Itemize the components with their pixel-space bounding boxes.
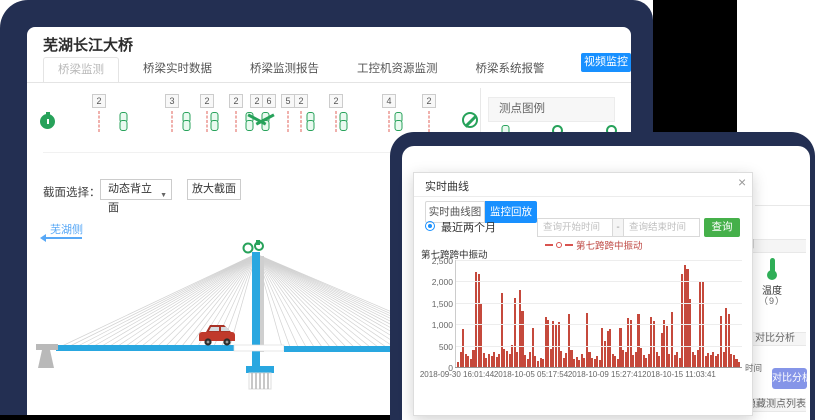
truss-sensor-icon[interactable] xyxy=(245,112,254,130)
tab-bar: 桥梁监测桥梁实时数据桥梁监测报告工控机资源监测桥梁系统报警 xyxy=(43,57,569,83)
legend-line-icon xyxy=(565,244,573,246)
background-black-area xyxy=(653,0,737,137)
legend-panel-header: 测点图例 xyxy=(488,97,615,122)
chain-sensor-icon[interactable] xyxy=(306,112,315,130)
search-button[interactable]: 查询 xyxy=(704,218,740,237)
gridline xyxy=(456,281,742,282)
truss-sensor-bar xyxy=(256,113,275,125)
video-monitor-button[interactable]: 视频监控 xyxy=(581,53,631,72)
clock-sensor-icon[interactable] xyxy=(40,114,55,129)
bridge-side-label: 芜湖侧 xyxy=(50,221,83,237)
sensor-count-badge: 2 xyxy=(92,94,106,108)
car-image xyxy=(199,325,235,346)
tab-4[interactable]: 桥梁系统报警 xyxy=(462,57,559,83)
compare-header: 对比分析 xyxy=(755,333,795,345)
tab-underline xyxy=(27,82,631,83)
sensor-count-badge: 2 xyxy=(200,94,214,108)
page-title: 芜湖长江大桥 xyxy=(43,34,133,55)
gridline xyxy=(456,260,742,261)
sensor-count-badge: 2 xyxy=(329,94,343,108)
chain-sensor-icon[interactable] xyxy=(339,112,348,130)
background-bottom-strip xyxy=(0,415,402,420)
legend-label: 第七跨跨中振动 xyxy=(576,238,643,252)
tab-0[interactable]: 桥梁监测 xyxy=(43,57,119,83)
legend-line-icon xyxy=(545,244,553,246)
left-arrow-icon xyxy=(42,237,82,239)
temperature-count: （9） xyxy=(758,294,786,307)
gridline xyxy=(456,324,742,325)
sensor-dashed-line xyxy=(389,111,390,132)
x-tick-label: 2018-09-30 16:01:44 xyxy=(420,370,494,379)
y-tick-label: 2,500 xyxy=(420,256,453,266)
point-list-header: 隐藏测点列表 xyxy=(746,399,806,411)
chain-sensor-icon[interactable] xyxy=(119,112,128,130)
compare-analysis-button[interactable]: 对比分析 xyxy=(772,368,807,389)
close-icon[interactable]: × xyxy=(738,174,746,190)
chart-legend[interactable]: 第七跨跨中振动 xyxy=(545,238,643,252)
sensor-count-badge: 6 xyxy=(262,94,276,108)
chart-bars xyxy=(457,260,741,367)
y-tick-label: 500 xyxy=(420,342,453,352)
y-tick-label: 2,000 xyxy=(420,277,453,287)
sensor-dashed-line xyxy=(288,111,289,132)
sensor-count-badge: 2 xyxy=(250,94,264,108)
section-select-value: 动态背立面 xyxy=(108,183,152,214)
sensor-dashed-line xyxy=(172,111,173,132)
tab-2[interactable]: 桥梁监测报告 xyxy=(236,57,333,83)
no-entry-sensor-icon[interactable] xyxy=(462,112,478,128)
x-axis-unit: 时间 xyxy=(745,362,762,374)
sensor-count-badge: 2 xyxy=(294,94,308,108)
sensor-dashed-line xyxy=(207,111,208,132)
chain-sensor-icon[interactable] xyxy=(210,112,219,130)
y-axis xyxy=(455,260,456,368)
range-separator: - xyxy=(613,218,623,237)
x-tick-label: 2018-10-15 11:03:41 xyxy=(642,370,716,379)
y-tick-label: 1,500 xyxy=(420,299,453,309)
tower-top-sensor-icons xyxy=(244,240,264,253)
sensor-dashed-line xyxy=(429,111,430,132)
sensor-dashed-line xyxy=(236,111,237,132)
y-tick-label: 1,000 xyxy=(420,320,453,330)
chain-sensor-icon[interactable] xyxy=(394,112,403,130)
sensor-count-badge: 5 xyxy=(281,94,295,108)
section-select-dropdown[interactable]: 动态背立面 xyxy=(100,179,172,200)
x-tick-label: 2018-10-05 05:17:54 xyxy=(494,370,568,379)
sensor-count-badge: 2 xyxy=(422,94,436,108)
truss-sensor-bar xyxy=(248,113,267,125)
front-panel-divider xyxy=(755,205,810,206)
screenshot-stage: 芜湖长江大桥 桥梁监测桥梁实时数据桥梁监测报告工控机资源监测桥梁系统报警 视频监… xyxy=(0,0,815,420)
last-two-months-label: 最近两个月 xyxy=(441,219,496,235)
section-select-label: 截面选择： xyxy=(43,184,101,200)
gridline xyxy=(456,303,742,304)
sensor-count-badge: 4 xyxy=(382,94,396,108)
x-tick-label: 2018-10-09 15:27:41 xyxy=(568,370,642,379)
tab-3[interactable]: 工控机资源监测 xyxy=(343,57,452,83)
temperature-icon[interactable] xyxy=(766,258,778,280)
last-two-months-radio[interactable] xyxy=(425,221,435,231)
sensor-dashed-line xyxy=(336,111,337,132)
sensor-count-badge: 3 xyxy=(165,94,179,108)
chain-sensor-icon[interactable] xyxy=(182,112,191,130)
tab-1[interactable]: 桥梁实时数据 xyxy=(129,57,226,83)
truss-sensor-icon[interactable] xyxy=(261,112,270,130)
query-end-input[interactable] xyxy=(623,218,700,237)
enlarge-section-button[interactable]: 放大截面 xyxy=(187,179,241,200)
legend-circle-icon xyxy=(556,242,562,248)
x-axis xyxy=(455,367,742,368)
dialog-divider xyxy=(414,196,752,197)
query-start-input[interactable] xyxy=(537,218,613,237)
sensor-count-badge: 2 xyxy=(229,94,243,108)
dialog-title: 实时曲线 xyxy=(425,178,469,194)
sensor-dashed-line xyxy=(99,111,100,132)
gridline xyxy=(456,346,742,347)
sensor-dashed-line xyxy=(301,111,302,132)
